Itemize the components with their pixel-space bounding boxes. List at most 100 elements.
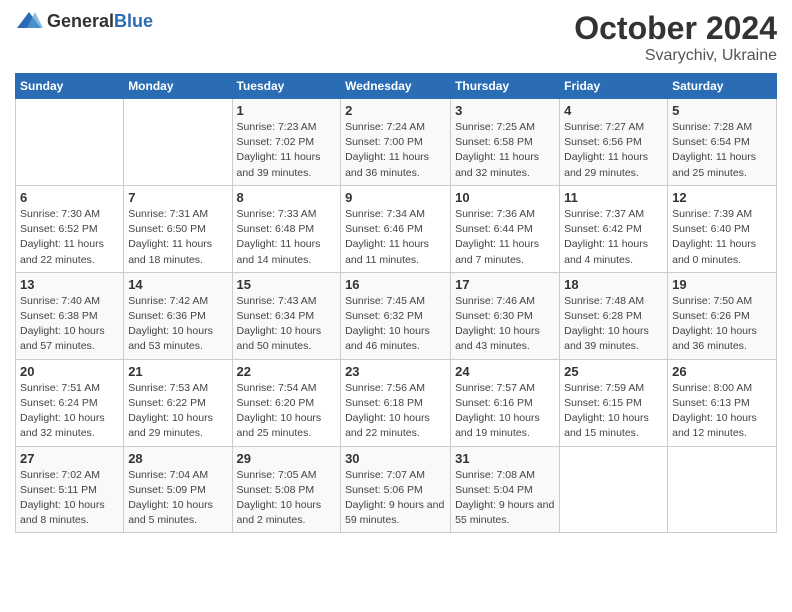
day-number: 3	[455, 103, 555, 118]
day-info: Sunrise: 7:53 AMSunset: 6:22 PMDaylight:…	[128, 382, 213, 440]
table-row: 10 Sunrise: 7:36 AMSunset: 6:44 PMDaylig…	[451, 185, 560, 272]
day-number: 25	[564, 364, 663, 379]
table-row: 3 Sunrise: 7:25 AMSunset: 6:58 PMDayligh…	[451, 99, 560, 186]
day-info: Sunrise: 7:56 AMSunset: 6:18 PMDaylight:…	[345, 382, 430, 440]
generalblue-logo-icon	[15, 10, 43, 32]
day-info: Sunrise: 7:51 AMSunset: 6:24 PMDaylight:…	[20, 382, 105, 440]
day-info: Sunrise: 7:42 AMSunset: 6:36 PMDaylight:…	[128, 295, 213, 353]
day-number: 30	[345, 451, 446, 466]
table-row: 8 Sunrise: 7:33 AMSunset: 6:48 PMDayligh…	[232, 185, 341, 272]
day-number: 18	[564, 277, 663, 292]
day-number: 10	[455, 190, 555, 205]
header-thursday: Thursday	[451, 74, 560, 99]
day-info: Sunrise: 7:02 AMSunset: 5:11 PMDaylight:…	[20, 469, 105, 527]
header-tuesday: Tuesday	[232, 74, 341, 99]
day-info: Sunrise: 7:54 AMSunset: 6:20 PMDaylight:…	[237, 382, 322, 440]
table-row: 17 Sunrise: 7:46 AMSunset: 6:30 PMDaylig…	[451, 272, 560, 359]
table-row: 2 Sunrise: 7:24 AMSunset: 7:00 PMDayligh…	[341, 99, 451, 186]
month-title: October 2024	[574, 10, 777, 47]
day-info: Sunrise: 7:24 AMSunset: 7:00 PMDaylight:…	[345, 121, 429, 179]
table-row: 12 Sunrise: 7:39 AMSunset: 6:40 PMDaylig…	[668, 185, 777, 272]
table-row: 26 Sunrise: 8:00 AMSunset: 6:13 PMDaylig…	[668, 359, 777, 446]
table-row: 28 Sunrise: 7:04 AMSunset: 5:09 PMDaylig…	[124, 446, 232, 533]
location-title: Svarychiv, Ukraine	[574, 47, 777, 65]
day-number: 27	[20, 451, 119, 466]
day-number: 1	[237, 103, 337, 118]
table-row: 19 Sunrise: 7:50 AMSunset: 6:26 PMDaylig…	[668, 272, 777, 359]
calendar-header-row: Sunday Monday Tuesday Wednesday Thursday…	[16, 74, 777, 99]
day-number: 17	[455, 277, 555, 292]
table-row	[668, 446, 777, 533]
day-info: Sunrise: 7:39 AMSunset: 6:40 PMDaylight:…	[672, 208, 756, 266]
day-info: Sunrise: 7:59 AMSunset: 6:15 PMDaylight:…	[564, 382, 649, 440]
table-row: 25 Sunrise: 7:59 AMSunset: 6:15 PMDaylig…	[560, 359, 668, 446]
header-sunday: Sunday	[16, 74, 124, 99]
table-row	[560, 446, 668, 533]
table-row: 18 Sunrise: 7:48 AMSunset: 6:28 PMDaylig…	[560, 272, 668, 359]
day-info: Sunrise: 7:28 AMSunset: 6:54 PMDaylight:…	[672, 121, 756, 179]
table-row: 1 Sunrise: 7:23 AMSunset: 7:02 PMDayligh…	[232, 99, 341, 186]
day-number: 9	[345, 190, 446, 205]
week-row-5: 27 Sunrise: 7:02 AMSunset: 5:11 PMDaylig…	[16, 446, 777, 533]
calendar-table: Sunday Monday Tuesday Wednesday Thursday…	[15, 73, 777, 533]
day-number: 24	[455, 364, 555, 379]
day-info: Sunrise: 7:37 AMSunset: 6:42 PMDaylight:…	[564, 208, 648, 266]
day-number: 31	[455, 451, 555, 466]
day-number: 4	[564, 103, 663, 118]
day-number: 23	[345, 364, 446, 379]
day-info: Sunrise: 7:36 AMSunset: 6:44 PMDaylight:…	[455, 208, 539, 266]
day-number: 7	[128, 190, 227, 205]
table-row: 21 Sunrise: 7:53 AMSunset: 6:22 PMDaylig…	[124, 359, 232, 446]
day-info: Sunrise: 7:34 AMSunset: 6:46 PMDaylight:…	[345, 208, 429, 266]
table-row: 4 Sunrise: 7:27 AMSunset: 6:56 PMDayligh…	[560, 99, 668, 186]
table-row: 23 Sunrise: 7:56 AMSunset: 6:18 PMDaylig…	[341, 359, 451, 446]
day-info: Sunrise: 8:00 AMSunset: 6:13 PMDaylight:…	[672, 382, 757, 440]
table-row: 16 Sunrise: 7:45 AMSunset: 6:32 PMDaylig…	[341, 272, 451, 359]
day-number: 13	[20, 277, 119, 292]
day-info: Sunrise: 7:04 AMSunset: 5:09 PMDaylight:…	[128, 469, 213, 527]
day-info: Sunrise: 7:33 AMSunset: 6:48 PMDaylight:…	[237, 208, 321, 266]
table-row: 5 Sunrise: 7:28 AMSunset: 6:54 PMDayligh…	[668, 99, 777, 186]
day-number: 12	[672, 190, 772, 205]
table-row: 7 Sunrise: 7:31 AMSunset: 6:50 PMDayligh…	[124, 185, 232, 272]
header-friday: Friday	[560, 74, 668, 99]
day-info: Sunrise: 7:31 AMSunset: 6:50 PMDaylight:…	[128, 208, 212, 266]
day-number: 19	[672, 277, 772, 292]
table-row: 13 Sunrise: 7:40 AMSunset: 6:38 PMDaylig…	[16, 272, 124, 359]
month-title-area: October 2024 Svarychiv, Ukraine	[574, 10, 777, 65]
day-number: 29	[237, 451, 337, 466]
day-info: Sunrise: 7:30 AMSunset: 6:52 PMDaylight:…	[20, 208, 104, 266]
day-info: Sunrise: 7:07 AMSunset: 5:06 PMDaylight:…	[345, 469, 444, 527]
table-row: 31 Sunrise: 7:08 AMSunset: 5:04 PMDaylig…	[451, 446, 560, 533]
table-row: 14 Sunrise: 7:42 AMSunset: 6:36 PMDaylig…	[124, 272, 232, 359]
day-number: 14	[128, 277, 227, 292]
day-number: 21	[128, 364, 227, 379]
table-row: 30 Sunrise: 7:07 AMSunset: 5:06 PMDaylig…	[341, 446, 451, 533]
day-number: 15	[237, 277, 337, 292]
day-number: 11	[564, 190, 663, 205]
week-row-2: 6 Sunrise: 7:30 AMSunset: 6:52 PMDayligh…	[16, 185, 777, 272]
day-info: Sunrise: 7:27 AMSunset: 6:56 PMDaylight:…	[564, 121, 648, 179]
day-info: Sunrise: 7:46 AMSunset: 6:30 PMDaylight:…	[455, 295, 540, 353]
table-row	[124, 99, 232, 186]
logo: GeneralBlue	[15, 10, 153, 32]
day-info: Sunrise: 7:43 AMSunset: 6:34 PMDaylight:…	[237, 295, 322, 353]
day-info: Sunrise: 7:08 AMSunset: 5:04 PMDaylight:…	[455, 469, 554, 527]
day-number: 6	[20, 190, 119, 205]
table-row	[16, 99, 124, 186]
table-row: 24 Sunrise: 7:57 AMSunset: 6:16 PMDaylig…	[451, 359, 560, 446]
day-info: Sunrise: 7:48 AMSunset: 6:28 PMDaylight:…	[564, 295, 649, 353]
table-row: 29 Sunrise: 7:05 AMSunset: 5:08 PMDaylig…	[232, 446, 341, 533]
week-row-3: 13 Sunrise: 7:40 AMSunset: 6:38 PMDaylig…	[16, 272, 777, 359]
day-info: Sunrise: 7:45 AMSunset: 6:32 PMDaylight:…	[345, 295, 430, 353]
week-row-1: 1 Sunrise: 7:23 AMSunset: 7:02 PMDayligh…	[16, 99, 777, 186]
day-info: Sunrise: 7:57 AMSunset: 6:16 PMDaylight:…	[455, 382, 540, 440]
table-row: 22 Sunrise: 7:54 AMSunset: 6:20 PMDaylig…	[232, 359, 341, 446]
day-number: 20	[20, 364, 119, 379]
logo-text: GeneralBlue	[47, 11, 153, 32]
table-row: 11 Sunrise: 7:37 AMSunset: 6:42 PMDaylig…	[560, 185, 668, 272]
day-number: 16	[345, 277, 446, 292]
table-row: 9 Sunrise: 7:34 AMSunset: 6:46 PMDayligh…	[341, 185, 451, 272]
day-info: Sunrise: 7:40 AMSunset: 6:38 PMDaylight:…	[20, 295, 105, 353]
day-number: 2	[345, 103, 446, 118]
